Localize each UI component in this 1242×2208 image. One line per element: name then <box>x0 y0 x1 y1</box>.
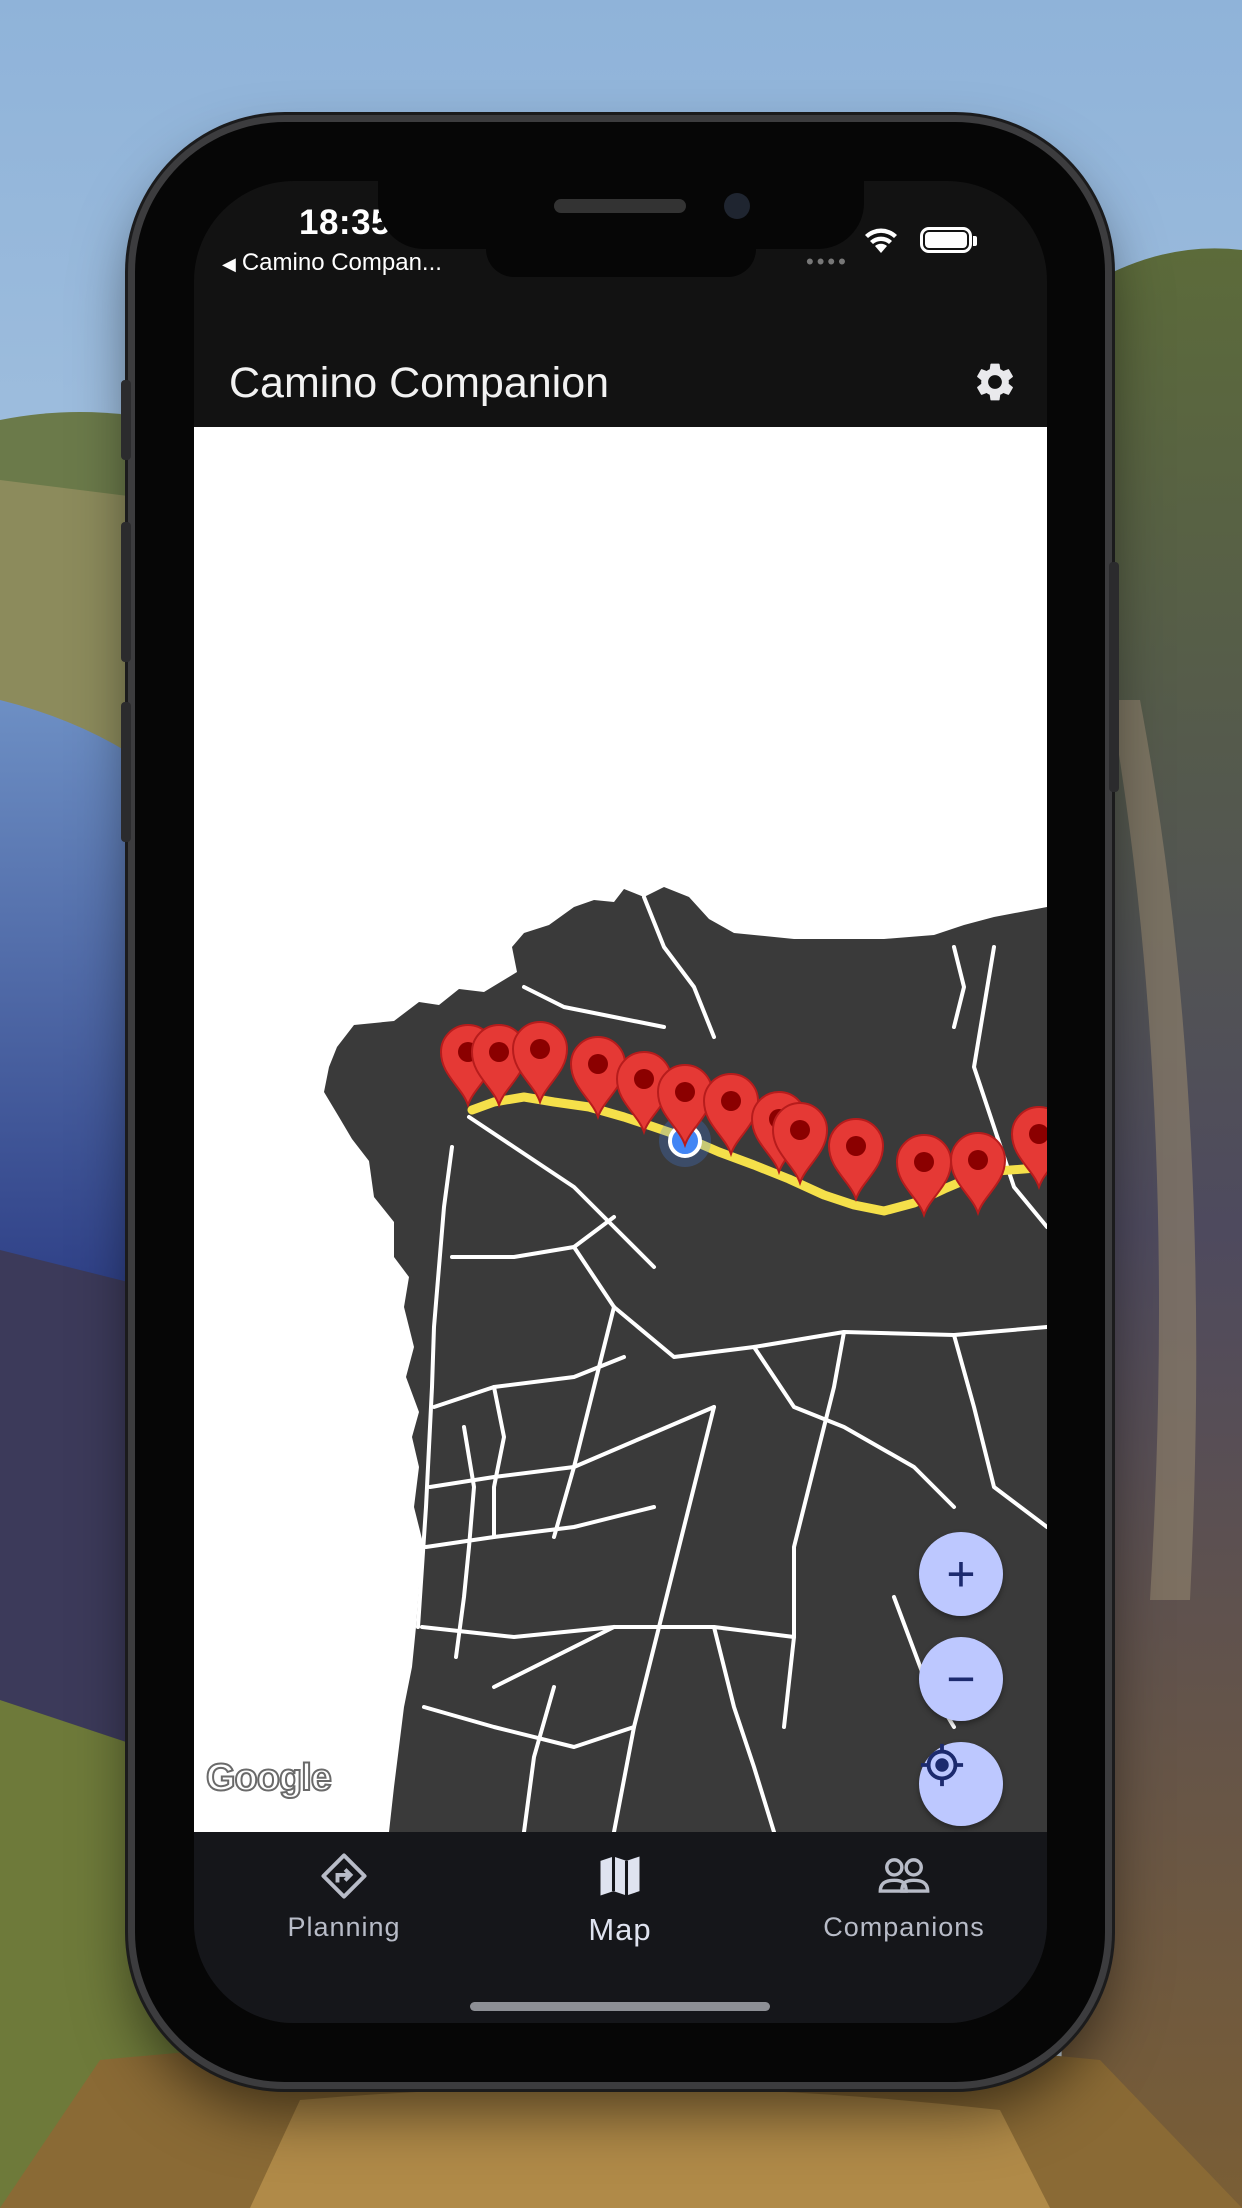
app-title: Camino Companion <box>229 359 610 407</box>
speaker-grille <box>554 199 686 213</box>
people-icon <box>878 1858 930 1893</box>
bottom-navigation: Planning Map Companions <box>194 1832 1047 2023</box>
status-time: 18:35 <box>299 203 392 242</box>
nav-planning-label: Planning <box>287 1912 401 1942</box>
power-button <box>1109 562 1119 792</box>
home-indicator[interactable] <box>470 2002 770 2011</box>
back-triangle-icon: ◀ <box>222 254 236 274</box>
directions-icon <box>321 1853 367 1899</box>
google-attribution: Google <box>205 1756 333 1800</box>
nav-planning[interactable]: Planning <box>244 1850 444 1943</box>
zoom-out-label: − <box>946 1651 976 1707</box>
phone-screen: 18:35 ◀ Camino Compan... •••• Camino Comp… <box>194 181 1047 2023</box>
nav-map-label: Map <box>588 1912 652 1947</box>
zoom-in-button[interactable]: + <box>919 1532 1003 1616</box>
wifi-icon <box>865 228 897 253</box>
back-to-app-link[interactable]: ◀ Camino Compan... <box>222 249 442 277</box>
phone-frame: 18:35 ◀ Camino Compan... •••• Camino Comp… <box>121 122 1119 2082</box>
nav-companions-label: Companions <box>823 1912 985 1942</box>
volume-up-button <box>121 522 131 662</box>
map-view[interactable]: Google + − <box>194 427 1047 1832</box>
nav-map[interactable]: Map <box>520 1850 720 1948</box>
battery-icon <box>920 227 977 253</box>
zoom-in-label: + <box>946 1546 976 1602</box>
front-camera <box>724 193 750 219</box>
gear-icon[interactable] <box>972 359 1018 405</box>
my-location-button[interactable] <box>919 1742 1003 1826</box>
mute-switch <box>121 380 131 460</box>
nav-companions[interactable]: Companions <box>804 1850 1004 1943</box>
map-icon <box>600 1856 640 1896</box>
back-app-label: Camino Compan... <box>241 249 442 276</box>
my-location-icon <box>920 1743 964 1787</box>
zoom-out-button[interactable]: − <box>919 1637 1003 1721</box>
map-canvas[interactable] <box>194 427 1047 1832</box>
signal-icon: •••• <box>806 249 849 274</box>
notch <box>378 181 864 249</box>
volume-down-button <box>121 702 131 842</box>
